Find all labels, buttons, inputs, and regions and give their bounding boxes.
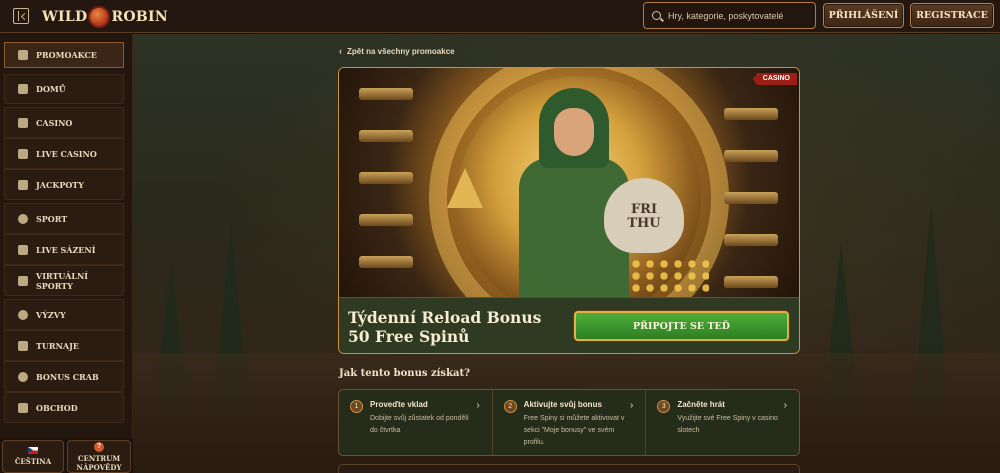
chevron-right-icon: ›	[630, 400, 634, 411]
chevron-right-icon: ›	[783, 400, 788, 411]
vault-bolt	[359, 130, 413, 142]
next-section-card	[338, 464, 800, 473]
help-icon: ?	[94, 441, 104, 452]
back-link-label: Zpět na všechny promoakce	[347, 46, 455, 56]
slot-machine-icon	[18, 117, 28, 128]
vault-bolt	[724, 276, 778, 288]
target-icon	[18, 309, 28, 320]
crab-icon	[18, 371, 28, 382]
help-center-button[interactable]: ? CENTRUM NÁPOVĚDY	[67, 440, 131, 473]
sidebar-item-turnaje[interactable]: TURNAJE	[4, 330, 124, 361]
jackpot-icon	[18, 179, 28, 190]
category-badge: CASINO	[752, 73, 797, 85]
sidebar-item-live-sazeni[interactable]: LIVE SÁZENÍ	[4, 234, 124, 265]
step-description: Free Spiny si můžete aktivovat v sekci "…	[523, 415, 625, 446]
virtual-sports-icon	[18, 275, 28, 286]
step-number: 1	[350, 400, 363, 413]
step-description: Využijte své Free Spiny v casino slotech	[677, 415, 778, 434]
character-face	[554, 108, 594, 156]
gift-icon	[18, 50, 28, 60]
join-now-button[interactable]: PŘIPOJTE SE TEĎ	[574, 311, 789, 341]
sidebar-item-label: VIRTUÁLNÍ SPORTY	[36, 270, 89, 291]
back-link[interactable]: ‹ Zpět na všechny promoakce	[339, 46, 455, 56]
promo-card: FRI THU CASINO Týdenní Reload Bonus 50 F…	[338, 67, 800, 354]
sidebar-item-label: JACKPOTY	[36, 179, 84, 190]
login-button[interactable]: PŘIHLÁŠENÍ	[823, 3, 904, 28]
sidebar-item-label: LIVE CASINO	[36, 148, 97, 159]
sidebar-item-label: PROMOAKCE	[36, 50, 97, 60]
language-button[interactable]: ČEŠTINA	[2, 440, 64, 473]
how-to-get-heading: Jak tento bonus získat?	[339, 368, 470, 379]
chevron-left-icon: ‹	[339, 46, 342, 56]
promo-footer: Týdenní Reload Bonus 50 Free Spinů PŘIPO…	[339, 297, 799, 353]
search-icon	[652, 11, 661, 20]
step-deposit[interactable]: 1 Proveďte vklad Dobijte svůj zůstatek o…	[339, 390, 493, 455]
sidebar-item-casino[interactable]: CASINO	[4, 107, 124, 138]
ball-icon	[18, 213, 28, 224]
sidebar: PROMOAKCE DOMŮ CASINO LIVE CASINO JACKPO…	[0, 34, 133, 473]
vault-bolt	[359, 172, 413, 184]
sidebar-item-label: OBCHOD	[36, 402, 78, 413]
search-placeholder: Hry, kategorie, poskytovatelé	[668, 10, 784, 21]
sidebar-toggle-icon[interactable]	[13, 8, 29, 24]
promo-banner-image: FRI THU CASINO	[339, 68, 799, 297]
vault-bolt	[724, 108, 778, 120]
sidebar-item-label: TURNAJE	[36, 340, 79, 351]
top-header: WILD ROBIN Hry, kategorie, poskytovatelé…	[0, 0, 1000, 33]
vault-bolt	[359, 256, 413, 268]
sidebar-footer: ČEŠTINA ? CENTRUM NÁPOVĚDY	[0, 438, 133, 473]
logo-text-right: ROBIN	[111, 9, 168, 25]
step-number: 2	[503, 400, 517, 413]
sidebar-item-label: LIVE SÁZENÍ	[36, 244, 96, 255]
help-label-line1: CENTRUM	[77, 453, 121, 463]
sidebar-item-obchod[interactable]: OBCHOD	[4, 392, 124, 423]
sidebar-item-live-casino[interactable]: LIVE CASINO	[4, 138, 124, 169]
step-title: Proveďte vklad	[370, 400, 428, 409]
step-title: Začněte hrát	[677, 400, 725, 409]
sidebar-item-bonus-crab[interactable]: BONUS CRAB	[4, 361, 124, 392]
vault-bolt	[724, 192, 778, 204]
step-play[interactable]: 3 Začněte hrát Využijte své Free Spiny v…	[646, 390, 799, 455]
logo-badge-icon	[88, 6, 111, 28]
sidebar-item-jackpoty[interactable]: JACKPOTY	[4, 169, 124, 200]
steps-panel: 1 Proveďte vklad Dobijte svůj zůstatek o…	[338, 389, 800, 456]
step-number: 3	[657, 400, 671, 413]
step-description: Dobijte svůj zůstatek od pondělí do čtvr…	[370, 415, 469, 434]
sidebar-item-label: VÝZVY	[36, 309, 66, 320]
sidebar-item-label: BONUS CRAB	[36, 371, 99, 382]
logo[interactable]: WILD ROBIN	[42, 4, 168, 30]
sidebar-item-virtualni-sporty[interactable]: VIRTUÁLNÍ SPORTY	[4, 265, 124, 296]
sack-text-line1: FRI	[630, 202, 658, 217]
vault-bolt	[724, 150, 778, 162]
sidebar-item-vyzvy[interactable]: VÝZVY	[4, 299, 124, 330]
sidebar-item-domu[interactable]: DOMŮ	[4, 74, 124, 104]
cards-icon	[18, 148, 28, 159]
sidebar-item-label: DOMŮ	[36, 84, 66, 94]
step-title: Aktivujte svůj bonus	[523, 400, 602, 409]
help-label-line2: NÁPOVĚDY	[76, 462, 122, 472]
sidebar-item-promoakce[interactable]: PROMOAKCE	[4, 42, 124, 68]
language-label: ČEŠTINA	[14, 457, 52, 466]
czech-flag-icon	[28, 447, 38, 454]
vault-bolt	[724, 234, 778, 246]
sidebar-item-sport[interactable]: SPORT	[4, 203, 124, 234]
sidebar-item-label: CASINO	[36, 117, 73, 128]
logo-text-left: WILD	[42, 9, 88, 25]
gold-coins	[629, 258, 709, 293]
live-icon	[18, 244, 28, 255]
step-activate[interactable]: 2 Aktivujte svůj bonus Free Spiny si můž…	[493, 390, 647, 455]
vault-bolt	[359, 88, 413, 100]
promo-title: Týdenní Reload Bonus 50 Free Spinů	[348, 308, 542, 346]
trophy-icon	[18, 340, 28, 351]
shop-icon	[18, 402, 28, 413]
register-button[interactable]: REGISTRACE	[910, 3, 994, 28]
sack-text-line2: THU	[627, 216, 661, 231]
search-input[interactable]: Hry, kategorie, poskytovatelé	[643, 2, 816, 29]
sack-text: FRI THU	[609, 203, 679, 231]
arrow-up-icon	[447, 168, 483, 208]
chevron-right-icon: ›	[476, 400, 480, 411]
sidebar-item-label: SPORT	[36, 213, 68, 224]
home-icon	[18, 84, 28, 94]
vault-bolt	[359, 214, 413, 226]
